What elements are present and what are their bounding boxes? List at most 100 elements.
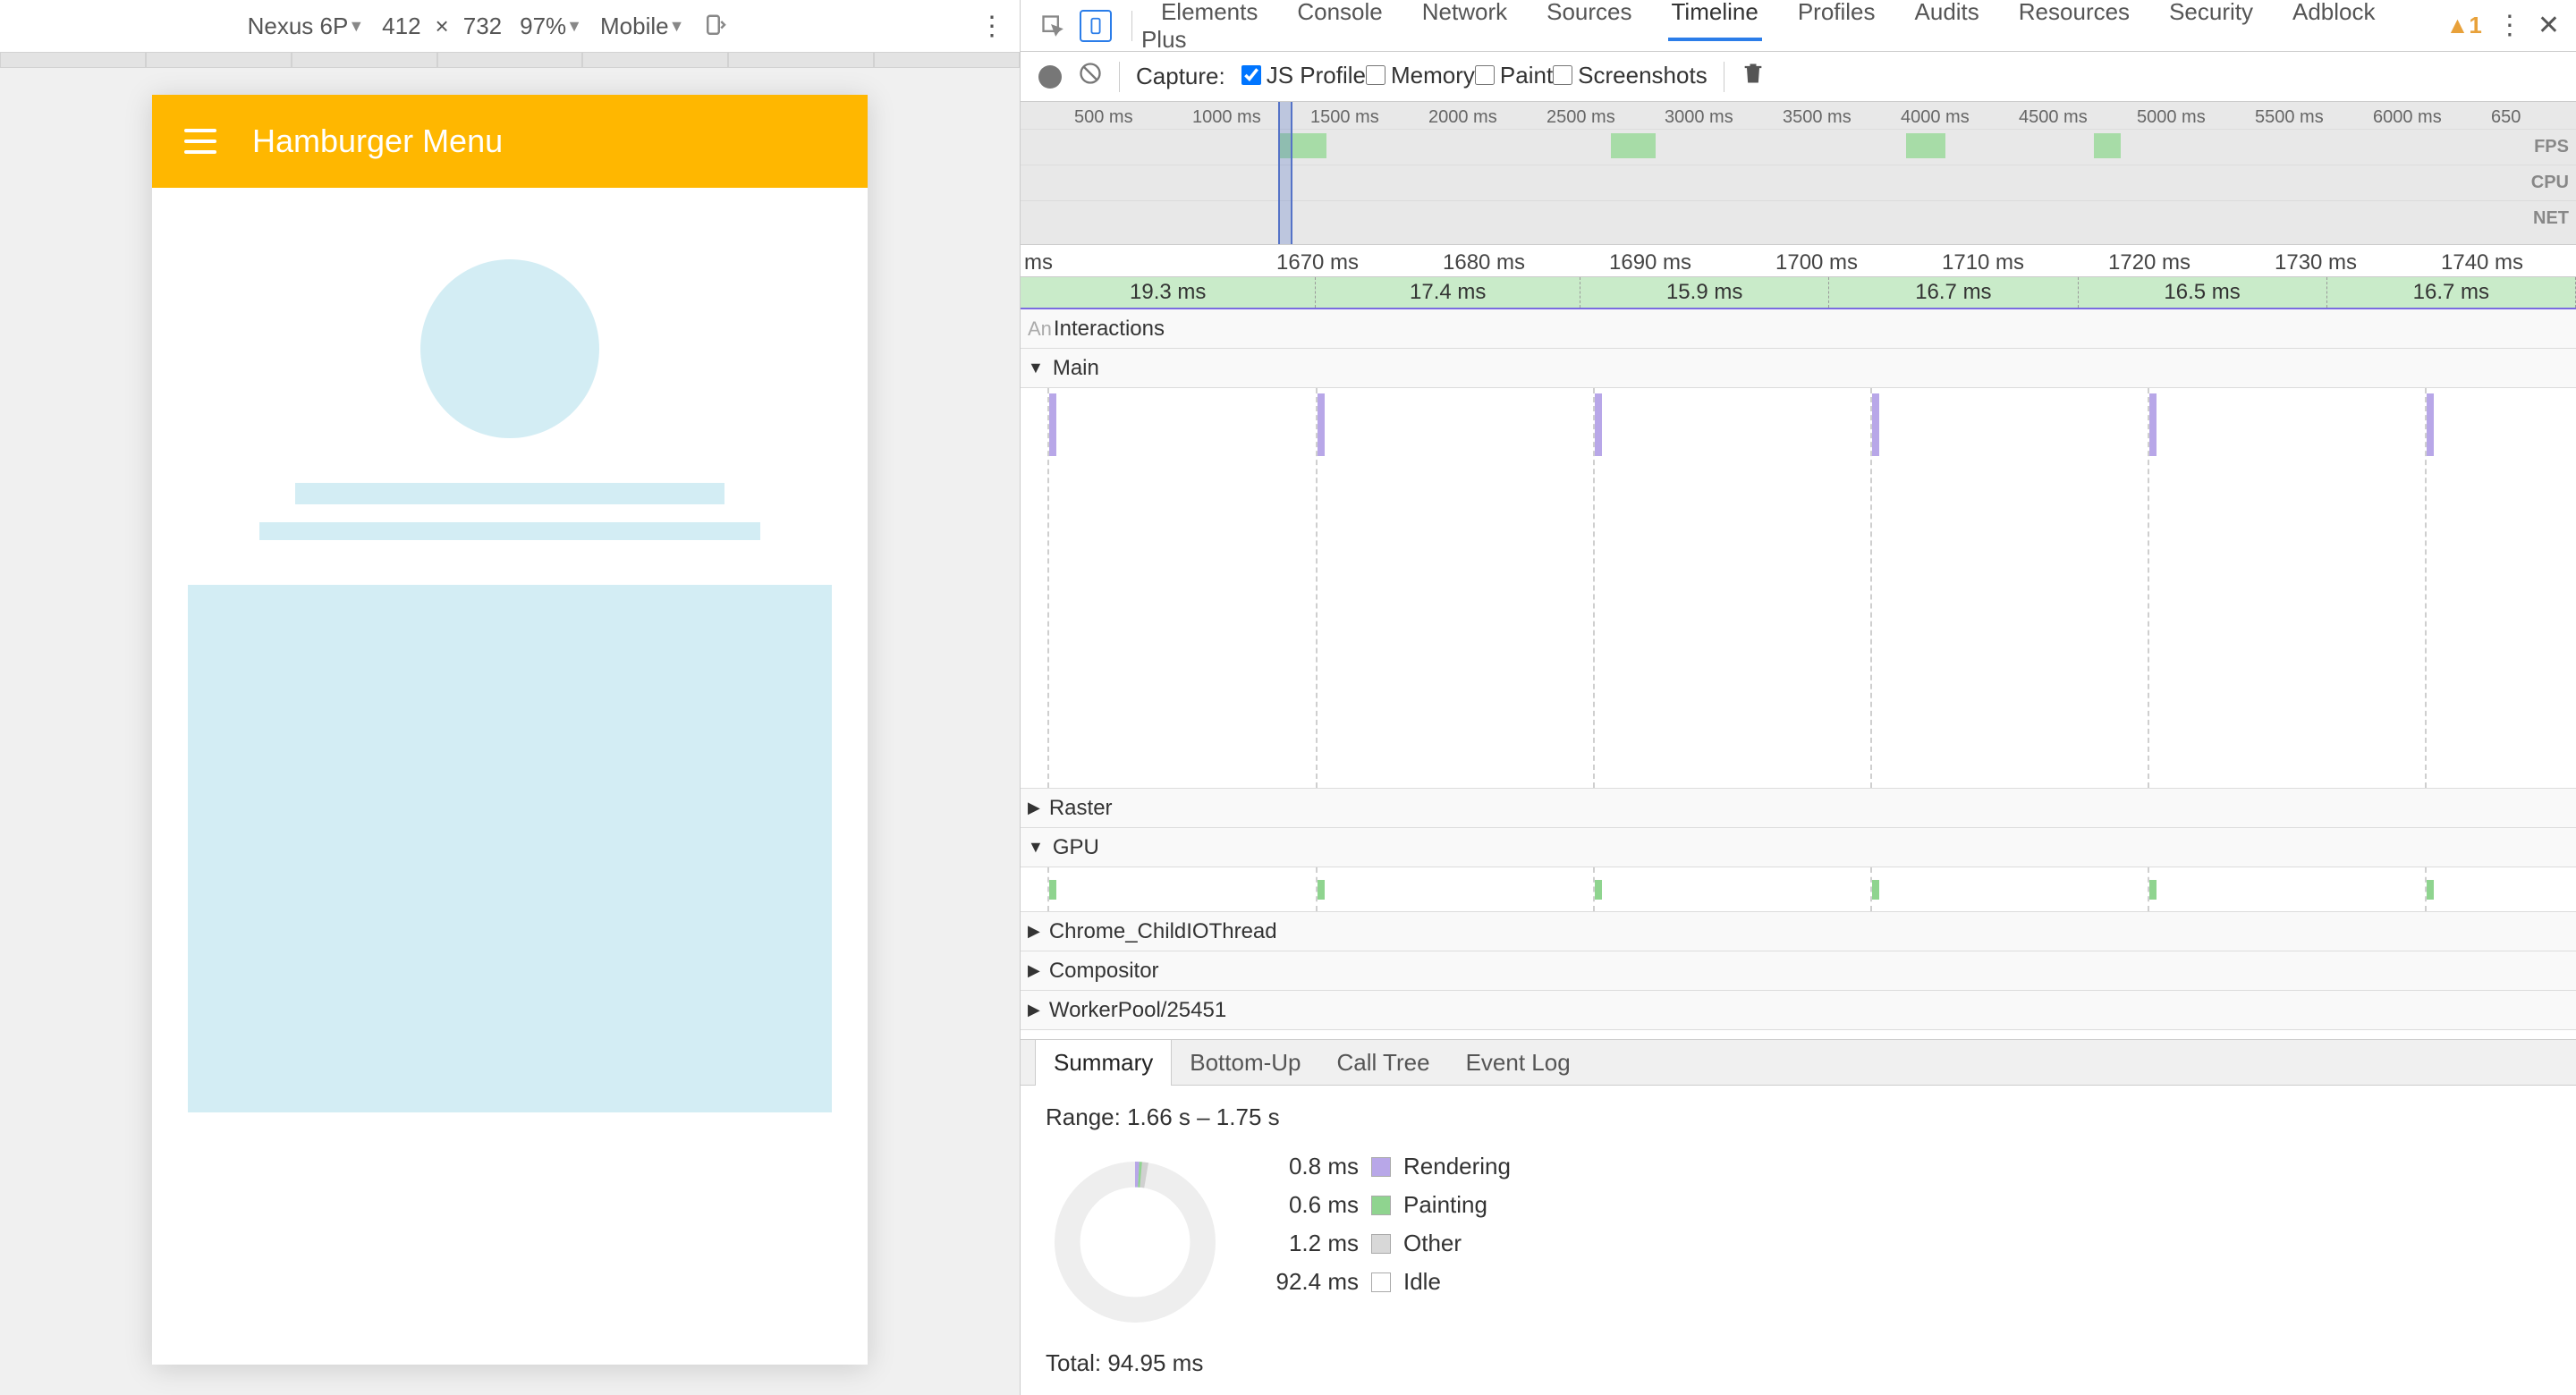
overview-ruler: 500 ms1000 ms1500 ms2000 ms2500 ms3000 m… <box>1021 102 2576 129</box>
devtools-tab-network[interactable]: Network <box>1419 0 1511 38</box>
responsive-breakpoint-bar[interactable] <box>0 52 1020 68</box>
device-width-input[interactable]: 412 <box>382 13 420 40</box>
gpu-event[interactable] <box>2427 880 2434 900</box>
overview-selection[interactable] <box>1278 102 1292 244</box>
overview-lane-cpu: CPU <box>1021 165 2576 200</box>
track-head-worker[interactable]: ▶WorkerPool/25451 <box>1021 991 2576 1030</box>
track-body-gpu[interactable] <box>1021 867 2576 912</box>
toggle-device-icon[interactable] <box>1080 10 1112 42</box>
capture-option-screenshots[interactable]: Screenshots <box>1553 62 1707 89</box>
overview-lane-fps: FPS <box>1021 129 2576 165</box>
flame-event[interactable] <box>2149 393 2157 456</box>
timeline-overview[interactable]: 500 ms1000 ms1500 ms2000 ms2500 ms3000 m… <box>1021 102 2576 245</box>
summary-tab-summary[interactable]: Summary <box>1035 1039 1172 1086</box>
skeleton-line <box>259 522 760 540</box>
legend-row-painting: 0.6 msPainting <box>1260 1191 1511 1219</box>
devtools-tab-sources[interactable]: Sources <box>1543 0 1635 38</box>
frame-segment[interactable]: 15.9 ms <box>1580 277 1829 308</box>
skeleton-avatar <box>420 259 599 438</box>
overview-lane-net: NET <box>1021 200 2576 236</box>
detail-ruler[interactable]: ms1670 ms1680 ms1690 ms1700 ms1710 ms172… <box>1021 245 2576 277</box>
more-menu-icon[interactable]: ⋮ <box>979 11 1005 42</box>
flame-event[interactable] <box>2427 393 2434 456</box>
track-head-raster[interactable]: ▶Raster <box>1021 789 2576 828</box>
device-emulator-pane: Nexus 6P 412 × 732 97% Mobile ⋮ Hamburge… <box>0 0 1020 1395</box>
gpu-event[interactable] <box>1595 880 1602 900</box>
dimension-separator: × <box>436 13 449 40</box>
devtools-tab-profiles[interactable]: Profiles <box>1794 0 1879 38</box>
track-head-interactions[interactable]: AnInteractions <box>1021 309 2576 349</box>
flame-event[interactable] <box>1049 393 1056 456</box>
devtools-pane: ElementsConsoleNetworkSourcesTimelinePro… <box>1020 0 2576 1395</box>
track-head-child[interactable]: ▶Chrome_ChildIOThread <box>1021 912 2576 951</box>
device-height-input[interactable]: 732 <box>463 13 502 40</box>
overview-tick: 3000 ms <box>1665 107 1733 128</box>
gpu-event[interactable] <box>2149 880 2157 900</box>
summary-tab-bottom-up[interactable]: Bottom-Up <box>1172 1040 1318 1086</box>
warnings-badge[interactable]: ▲1 <box>2446 12 2482 39</box>
inspect-icon[interactable] <box>1037 10 1069 42</box>
device-select[interactable]: Nexus 6P <box>248 13 365 40</box>
skeleton-block <box>188 585 832 1112</box>
detail-tick: 1730 ms <box>2275 250 2357 275</box>
capture-option-js-profile[interactable]: JS Profile <box>1241 62 1366 89</box>
summary-range: Range: 1.66 s – 1.75 s <box>1046 1103 2551 1131</box>
devtools-tab-console[interactable]: Console <box>1293 0 1385 38</box>
capture-option-paint[interactable]: Paint <box>1475 62 1553 89</box>
devtools-tabbar: ElementsConsoleNetworkSourcesTimelinePro… <box>1021 0 2576 52</box>
frame-segment[interactable]: 16.7 ms <box>2327 277 2576 308</box>
devtools-tab-resources[interactable]: Resources <box>2015 0 2133 38</box>
flame-event[interactable] <box>1318 393 1325 456</box>
capture-label: Capture: <box>1136 63 1225 90</box>
legend-row-rendering: 0.8 msRendering <box>1260 1153 1511 1180</box>
summary-tab-call-tree[interactable]: Call Tree <box>1319 1040 1448 1086</box>
overview-tick: 5500 ms <box>2255 107 2324 128</box>
hamburger-icon[interactable] <box>184 129 216 154</box>
summary-total: Total: 94.95 ms <box>1046 1349 2551 1377</box>
overview-tick: 4000 ms <box>1901 107 1970 128</box>
capture-option-memory[interactable]: Memory <box>1366 62 1475 89</box>
devtools-tab-timeline[interactable]: Timeline <box>1668 0 1762 41</box>
zoom-select[interactable]: 97% <box>520 13 582 40</box>
track-head-compositor[interactable]: ▶Compositor <box>1021 951 2576 991</box>
overview-tick: 2000 ms <box>1428 107 1497 128</box>
devtools-tab-audits[interactable]: Audits <box>1911 0 1983 38</box>
capture-toolbar: Capture: JS ProfileMemoryPaintScreenshot… <box>1021 52 2576 102</box>
detail-tick: 1720 ms <box>2108 250 2190 275</box>
overview-tick: 5000 ms <box>2137 107 2206 128</box>
overview-tick: 4500 ms <box>2019 107 2088 128</box>
device-toolbar: Nexus 6P 412 × 732 97% Mobile ⋮ <box>0 0 1020 52</box>
trash-button[interactable] <box>1741 61 1766 92</box>
devtools-tab-security[interactable]: Security <box>2165 0 2257 38</box>
track-head-gpu[interactable]: ▼GPU <box>1021 828 2576 867</box>
frame-segment[interactable]: 16.7 ms <box>1829 277 2078 308</box>
legend-row-idle: 92.4 msIdle <box>1260 1268 1511 1296</box>
frame-segment[interactable]: 19.3 ms <box>1021 277 1316 308</box>
settings-menu-icon[interactable]: ⋮ <box>2496 10 2523 41</box>
frame-bar[interactable]: 19.3 ms17.4 ms15.9 ms16.7 ms16.5 ms16.7 … <box>1021 277 2576 309</box>
app-title: Hamburger Menu <box>252 123 503 160</box>
track-body-main[interactable] <box>1021 388 2576 789</box>
rotate-icon[interactable] <box>702 13 729 39</box>
summary-tabbar: SummaryBottom-UpCall TreeEvent Log <box>1021 1039 2576 1086</box>
mode-select[interactable]: Mobile <box>600 13 684 40</box>
track-head-main[interactable]: ▼Main <box>1021 349 2576 388</box>
app-body <box>152 188 868 1148</box>
close-devtools-icon[interactable]: ✕ <box>2538 10 2560 41</box>
gpu-event[interactable] <box>1318 880 1325 900</box>
flame-event[interactable] <box>1872 393 1879 456</box>
frame-segment[interactable]: 16.5 ms <box>2079 277 2327 308</box>
detail-tick: 1690 ms <box>1609 250 1691 275</box>
device-frame: Hamburger Menu <box>152 95 868 1365</box>
overview-tick: 1500 ms <box>1310 107 1379 128</box>
gpu-event[interactable] <box>1049 880 1056 900</box>
record-button[interactable] <box>1038 65 1062 89</box>
summary-donut-chart <box>1046 1153 1224 1332</box>
summary-tab-event-log[interactable]: Event Log <box>1448 1040 1589 1086</box>
app-bar: Hamburger Menu <box>152 95 868 188</box>
flame-event[interactable] <box>1595 393 1602 456</box>
clear-button[interactable] <box>1078 61 1103 92</box>
legend-row-other: 1.2 msOther <box>1260 1230 1511 1257</box>
gpu-event[interactable] <box>1872 880 1879 900</box>
frame-segment[interactable]: 17.4 ms <box>1316 277 1580 308</box>
